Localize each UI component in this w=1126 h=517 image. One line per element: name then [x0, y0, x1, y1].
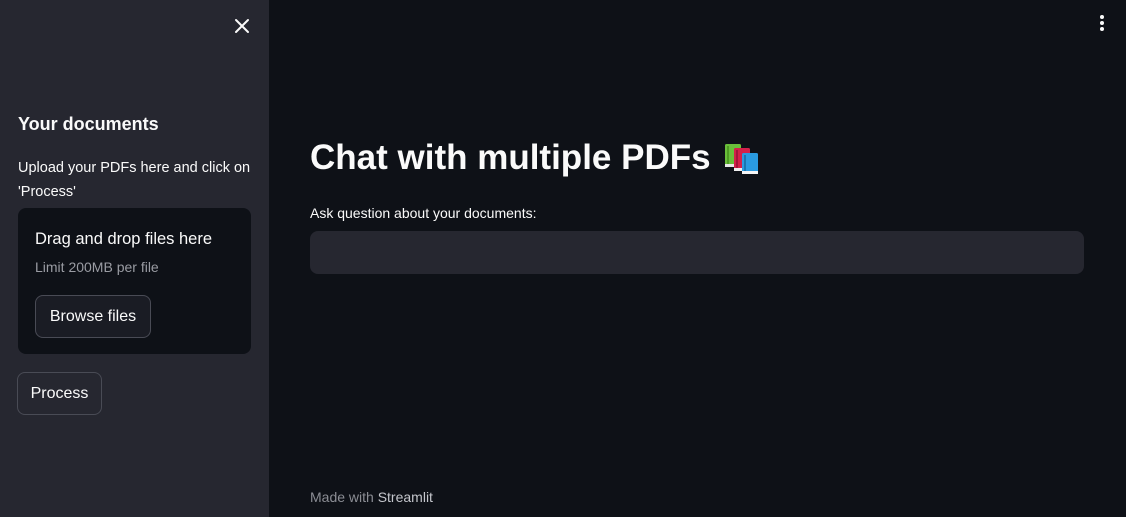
- sidebar: Your documents Upload your PDFs here and…: [0, 0, 269, 517]
- process-button[interactable]: Process: [17, 372, 102, 415]
- question-input[interactable]: [310, 231, 1084, 274]
- kebab-menu-icon: [1100, 15, 1104, 31]
- page-title-text: Chat with multiple PDFs: [310, 138, 711, 177]
- close-icon: [235, 19, 249, 33]
- uploader-title: Drag and drop files here: [35, 230, 213, 248]
- close-sidebar-button[interactable]: [229, 13, 255, 39]
- uploader-limit: Limit 200MB per file: [35, 259, 159, 275]
- sidebar-heading: Your documents: [18, 114, 159, 134]
- file-uploader-dropzone[interactable]: Drag and drop files here Limit 200MB per…: [18, 208, 251, 354]
- app: Your documents Upload your PDFs here and…: [0, 0, 1126, 517]
- question-input-label: Ask question about your documents:: [310, 205, 537, 221]
- page-title: Chat with multiple PDFs: [310, 138, 763, 178]
- footer-prefix: Made with: [310, 489, 378, 505]
- sidebar-description: Upload your PDFs here and click on 'Proc…: [18, 160, 251, 200]
- footer: Made with Streamlit: [310, 489, 433, 505]
- main-menu-button[interactable]: [1092, 12, 1112, 34]
- streamlit-link[interactable]: Streamlit: [378, 489, 433, 505]
- books-icon: [724, 144, 758, 174]
- browse-files-button[interactable]: Browse files: [35, 295, 151, 338]
